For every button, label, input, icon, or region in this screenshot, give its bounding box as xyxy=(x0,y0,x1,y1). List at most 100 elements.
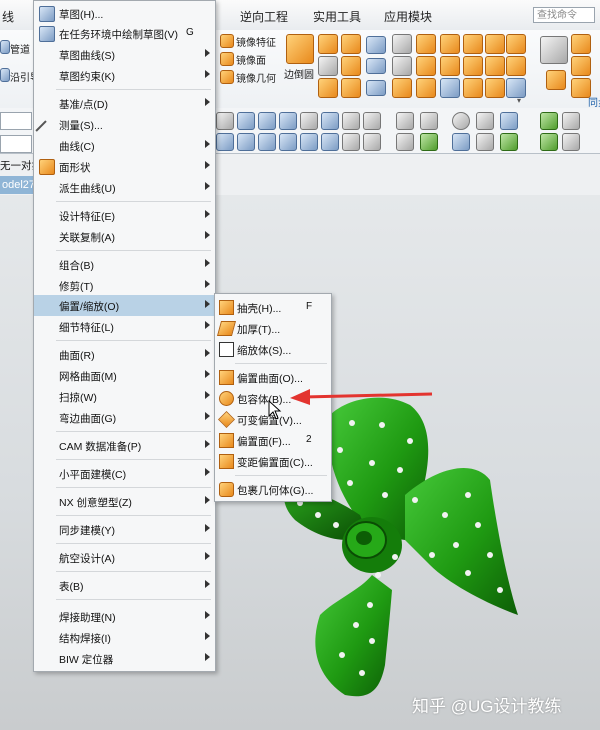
snap-center-icon[interactable] xyxy=(321,112,339,130)
assembly-constraint-icon[interactable] xyxy=(540,112,558,130)
command-search-input[interactable]: 查找命令 xyxy=(533,7,595,23)
snap-all-icon[interactable] xyxy=(363,133,381,151)
view-orient-icon[interactable] xyxy=(396,112,414,130)
tools-icon[interactable] xyxy=(318,56,338,76)
snap-on-curve-icon[interactable] xyxy=(363,112,381,130)
sew-icon[interactable] xyxy=(463,78,483,98)
menu-item-mesh-surface[interactable]: 网格曲面(M) xyxy=(34,365,215,386)
show-hide-icon[interactable] xyxy=(452,133,470,151)
snap-intersect-icon[interactable] xyxy=(300,112,318,130)
view-section-icon[interactable] xyxy=(500,112,518,130)
snap-quadrant-icon[interactable] xyxy=(342,112,360,130)
delete-face-icon[interactable] xyxy=(485,78,505,98)
offset-face-ribbon-icon[interactable] xyxy=(392,78,412,98)
patch-icon[interactable] xyxy=(366,80,386,96)
menu-item-sketch-curve[interactable]: 草图曲线(S) xyxy=(34,44,215,65)
menu-item-sweep[interactable]: 扫掠(W) xyxy=(34,386,215,407)
tube-label[interactable]: 管道 xyxy=(10,41,30,56)
menu-item-table[interactable]: 表(B) xyxy=(34,575,215,596)
submenu-item-variable-distance-offset[interactable]: 变距偏置面(C)... xyxy=(215,451,331,472)
menu-item-face-shape[interactable]: 面形状 xyxy=(34,156,215,177)
snap-end-icon[interactable] xyxy=(237,112,255,130)
emboss-icon[interactable] xyxy=(341,78,361,98)
mirror-face-button[interactable]: 镜像面 xyxy=(236,52,266,67)
mirror-feature-button[interactable]: 镜像特征 xyxy=(236,34,276,49)
menu-item-offset-scale[interactable]: 偏置/缩放(O) xyxy=(34,295,215,316)
submenu-item-scale-body[interactable]: 缩放体(S)... xyxy=(215,339,331,360)
trim-sheet-icon[interactable] xyxy=(440,78,460,98)
menu-item-curve[interactable]: 线 xyxy=(2,8,14,25)
snap-tangent-icon[interactable] xyxy=(216,133,234,151)
menu-item-associative-copy[interactable]: 关联复制(A) xyxy=(34,226,215,247)
cone-icon[interactable] xyxy=(416,56,436,76)
menu-item-surface[interactable]: 曲面(R) xyxy=(34,344,215,365)
boss-icon[interactable] xyxy=(463,34,483,54)
block-icon[interactable] xyxy=(392,34,412,54)
snap-existing-icon[interactable] xyxy=(258,133,276,151)
snap-grid-icon[interactable] xyxy=(321,133,339,151)
submenu-item-offset-face[interactable]: 偏置面(F)... 2 xyxy=(215,430,331,451)
extrude-icon[interactable] xyxy=(416,34,436,54)
snap-bounded-icon[interactable] xyxy=(279,133,297,151)
layer-settings-icon[interactable] xyxy=(476,133,494,151)
subtract-icon[interactable] xyxy=(485,56,505,76)
intersect-icon[interactable] xyxy=(506,56,526,76)
move-component-icon[interactable] xyxy=(540,133,558,151)
edit-object-display-icon[interactable] xyxy=(500,133,518,151)
menu-item-derived-curve[interactable]: 派生曲线(U) xyxy=(34,177,215,198)
pull-face-icon[interactable] xyxy=(571,34,591,54)
menu-item-curve[interactable]: 曲线(C) xyxy=(34,135,215,156)
shell-ribbon-icon[interactable] xyxy=(416,78,436,98)
draft-icon[interactable] xyxy=(341,34,361,54)
pattern-icon[interactable] xyxy=(341,56,361,76)
submenu-item-wrap-geometry[interactable]: 包裹几何体(G)... xyxy=(215,479,331,500)
menu-item-facet-modeling[interactable]: 小平面建模(C) xyxy=(34,463,215,484)
menu-item-detail-feature[interactable]: 细节特征(L) xyxy=(34,316,215,337)
wcs-icon[interactable] xyxy=(562,112,580,130)
replace-icon[interactable] xyxy=(546,70,566,90)
menu-item-nx-realize-shape[interactable]: NX 创意塑型(Z) xyxy=(34,491,215,512)
menu-item-sketch-constraint[interactable]: 草图约束(K) xyxy=(34,65,215,86)
wireframe-icon[interactable] xyxy=(396,133,414,151)
replace-face-icon[interactable] xyxy=(506,78,526,98)
menu-item-aerospace-design[interactable]: 航空设计(A) xyxy=(34,547,215,568)
menu-item-cam-data-prep[interactable]: CAM 数据准备(P) xyxy=(34,435,215,456)
model-tab[interactable]: odel27. xyxy=(0,176,36,194)
thread-icon[interactable] xyxy=(318,78,338,98)
shade-edges-icon[interactable] xyxy=(420,133,438,151)
rib-icon[interactable] xyxy=(485,34,505,54)
submenu-item-thicken[interactable]: 加厚(T)... xyxy=(215,318,331,339)
menu-item-design-feature[interactable]: 设计特征(E) xyxy=(34,205,215,226)
menu-item-synchronous-modeling[interactable]: 同步建模(Y) xyxy=(34,519,215,540)
snap-point-icon[interactable] xyxy=(216,112,234,130)
move-face-icon[interactable] xyxy=(540,36,568,64)
menu-item-trim[interactable]: 修剪(T) xyxy=(34,275,215,296)
trim-body-icon[interactable] xyxy=(366,36,386,54)
offset-region-icon[interactable] xyxy=(571,56,591,76)
sphere-icon[interactable] xyxy=(440,56,460,76)
menu-item-weld-assistant[interactable]: 焊接助理(N) xyxy=(34,606,215,627)
menu-item-datum-point[interactable]: 基准/点(D) xyxy=(34,93,215,114)
background-icon[interactable] xyxy=(476,112,494,130)
revolve-icon[interactable] xyxy=(440,34,460,54)
menu-item-combine[interactable]: 组合(B) xyxy=(34,254,215,275)
menu-item-reverse-engineering[interactable]: 逆向工程 xyxy=(240,8,288,25)
hole-icon[interactable] xyxy=(506,34,526,54)
split-body-icon[interactable] xyxy=(366,58,386,74)
cylinder-icon[interactable] xyxy=(392,56,412,76)
menu-item-utilities[interactable]: 实用工具 xyxy=(313,8,361,25)
mirror-geometry-button[interactable]: 镜像几何 xyxy=(236,70,276,85)
unite-icon[interactable] xyxy=(463,56,483,76)
render-style-icon[interactable] xyxy=(452,112,470,130)
analysis-icon[interactable] xyxy=(562,133,580,151)
snap-face-icon[interactable] xyxy=(342,133,360,151)
snap-pole-icon[interactable] xyxy=(300,133,318,151)
menu-item-structure-welding[interactable]: 结构焊接(I) xyxy=(34,627,215,648)
snap-control-icon[interactable] xyxy=(279,112,297,130)
snap-mid-icon[interactable] xyxy=(258,112,276,130)
shaded-view-icon[interactable] xyxy=(420,112,438,130)
chamfer-icon[interactable] xyxy=(318,34,338,54)
ribbon-expand-arrow-icon[interactable]: ▾ xyxy=(517,96,521,105)
menu-item-biw-locator[interactable]: BIW 定位器 xyxy=(34,648,215,669)
edge-blend-button[interactable]: 边倒圆 xyxy=(284,66,314,81)
